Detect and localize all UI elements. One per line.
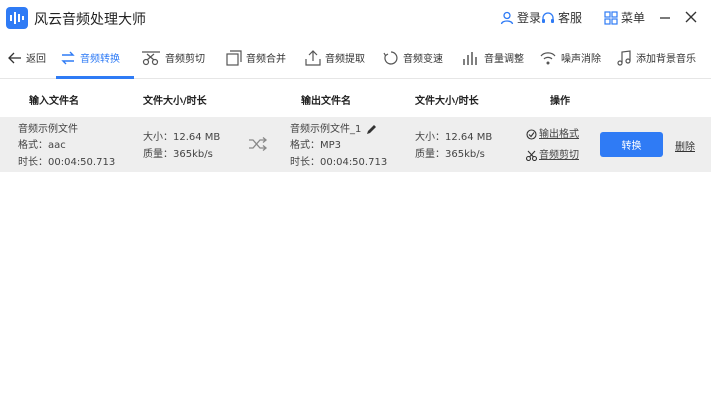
input-size: 大小：12.64 MB: [143, 132, 221, 143]
output-format: 格式：MP3: [290, 140, 342, 151]
volume-icon: [463, 51, 477, 65]
app-title: 风云音频处理大师: [34, 12, 146, 28]
tab-label: 音频剪切: [165, 54, 205, 65]
format-icon: [526, 129, 537, 140]
tab-volume-adjust[interactable]: 音量调整: [462, 36, 524, 79]
convert-icon: [61, 51, 75, 64]
title-bar: 风云音频处理大师 登录 客服 菜单: [0, 0, 711, 36]
close-icon[interactable]: [684, 10, 698, 24]
cut-icon: [142, 50, 160, 65]
login-button[interactable]: 登录: [500, 9, 541, 26]
app-logo-icon: [6, 7, 28, 29]
menu-button[interactable]: 菜单: [604, 9, 645, 26]
audio-cut-link[interactable]: 音频剪切: [526, 149, 579, 162]
edit-icon[interactable]: [366, 124, 377, 135]
output-size: 大小：12.64 MB: [415, 132, 493, 143]
shuffle-icon: [249, 137, 268, 151]
header-actions: 操作: [550, 96, 570, 107]
tab-audio-speed[interactable]: 音频变速: [383, 36, 443, 79]
tab-label: 噪声消除: [561, 54, 601, 65]
input-quality: 质量：365kb/s: [143, 149, 213, 160]
output-file-name-cell: 音频示例文件_1: [290, 123, 377, 136]
active-tab-indicator: [56, 76, 134, 79]
input-duration: 时长：00:04:50.713: [18, 157, 116, 168]
headset-icon: [542, 11, 554, 23]
table-header: 输入文件名 文件大小/时长 输出文件名 文件大小/时长 操作: [0, 80, 711, 116]
input-file-name: 音频示例文件: [18, 124, 78, 135]
tab-label: 音频合并: [246, 54, 286, 65]
tab-audio-merge[interactable]: 音频合并: [226, 36, 286, 79]
header-output-file: 输出文件名: [301, 96, 351, 107]
convert-button[interactable]: 转换: [600, 132, 663, 157]
back-button[interactable]: 返回: [8, 36, 46, 79]
noise-icon: [540, 51, 556, 64]
toolbar: 返回 音频转换 音频剪切 音频合并 音频提取 音频变速 音量调整 噪声消除 添加…: [0, 36, 711, 79]
minimize-icon[interactable]: [658, 11, 672, 25]
table-row: 音频示例文件 格式：aac 时长：00:04:50.713 大小：12.64 M…: [0, 117, 711, 172]
music-icon: [617, 49, 631, 66]
input-format: 格式：aac: [18, 140, 66, 151]
arrow-left-icon: [8, 52, 21, 63]
login-label: 登录: [517, 11, 542, 25]
extract-icon: [305, 49, 321, 66]
output-duration: 时长：00:04:50.713: [290, 157, 388, 168]
service-button[interactable]: 客服: [541, 9, 582, 26]
menu-icon: [604, 10, 618, 25]
back-label: 返回: [26, 54, 46, 65]
tab-noise-removal[interactable]: 噪声消除: [539, 36, 601, 79]
output-quality: 质量：365kb/s: [415, 149, 485, 160]
tab-audio-extract[interactable]: 音频提取: [305, 36, 365, 79]
tab-add-background-music[interactable]: 添加背景音乐: [616, 36, 696, 79]
audio-cut-link-label: 音频剪切: [539, 150, 579, 161]
tab-audio-convert[interactable]: 音频转换: [60, 36, 120, 79]
tab-label: 音频变速: [403, 54, 443, 65]
header-output-size: 文件大小/时长: [415, 96, 479, 107]
menu-label: 菜单: [621, 11, 646, 25]
tab-label: 添加背景音乐: [636, 54, 696, 65]
tab-label: 音频转换: [80, 54, 120, 65]
tab-audio-cut[interactable]: 音频剪切: [141, 36, 205, 79]
tab-label: 音量调整: [484, 54, 524, 65]
merge-icon: [226, 49, 242, 66]
tab-label: 音频提取: [325, 54, 365, 65]
output-file-name: 音频示例文件_1: [290, 124, 362, 135]
scissors-icon: [526, 150, 537, 161]
output-format-link[interactable]: 输出格式: [526, 128, 579, 141]
header-input-file: 输入文件名: [29, 96, 79, 107]
user-icon: [500, 11, 514, 24]
service-label: 客服: [558, 11, 583, 25]
header-input-size: 文件大小/时长: [143, 96, 207, 107]
speed-icon: [383, 50, 398, 65]
output-format-link-label: 输出格式: [539, 129, 579, 140]
delete-link[interactable]: 删除: [675, 138, 695, 153]
